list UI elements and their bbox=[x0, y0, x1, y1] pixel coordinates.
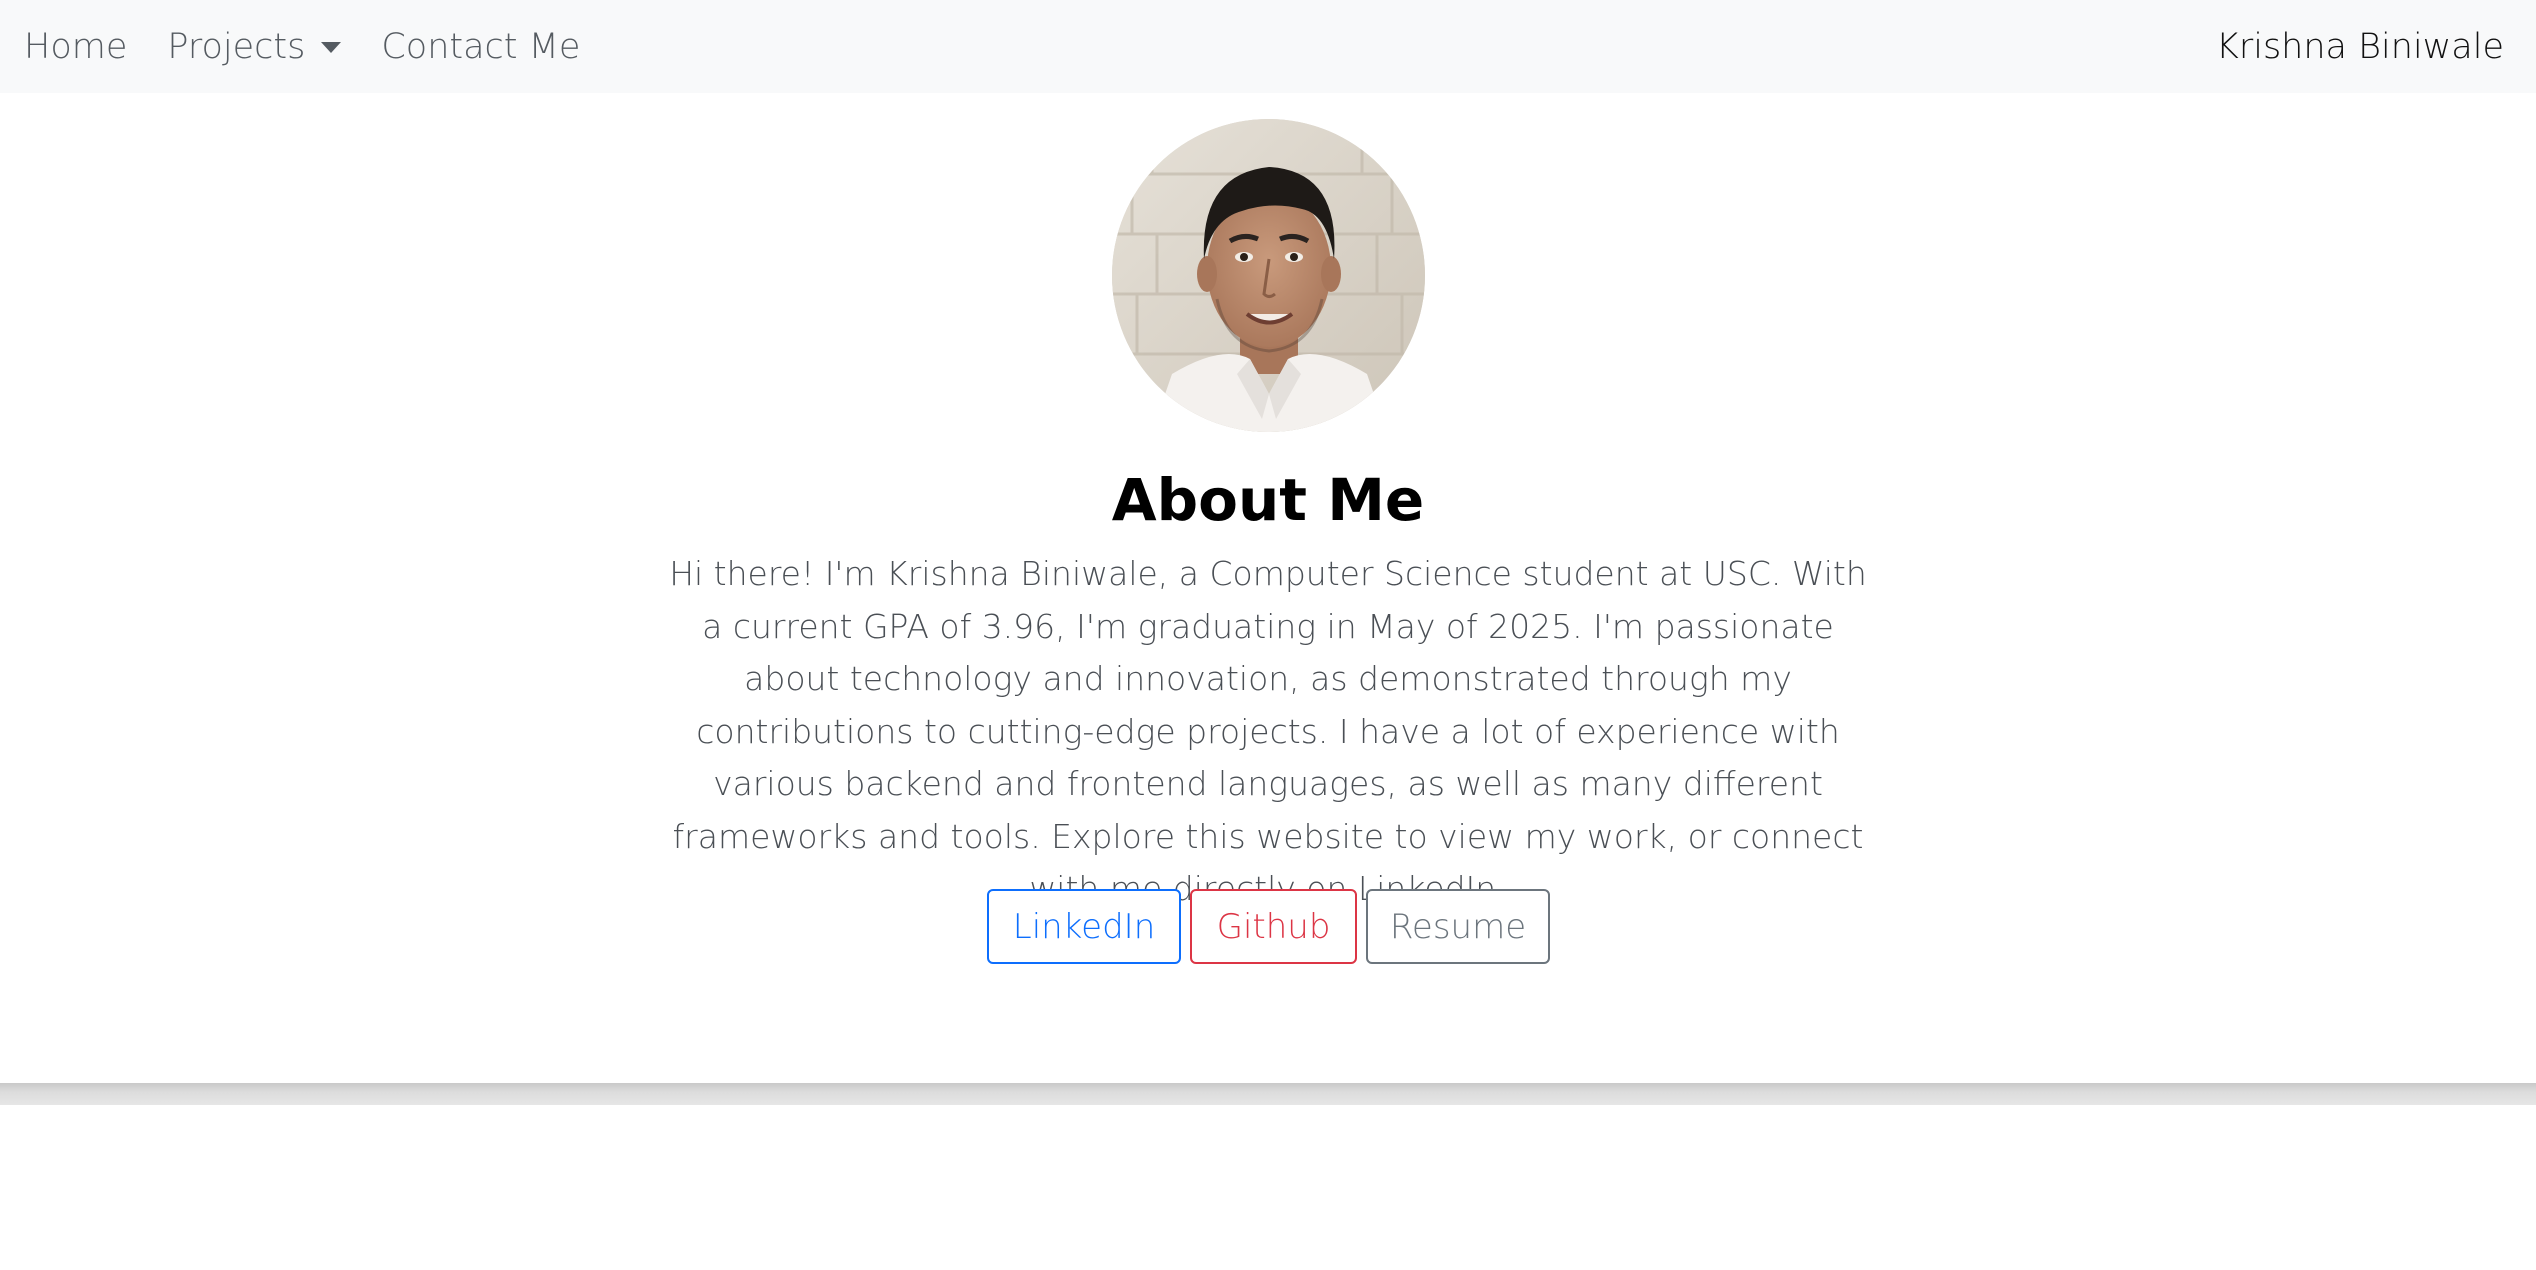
linkedin-button[interactable]: LinkedIn bbox=[987, 889, 1181, 964]
nav-home-link[interactable]: Home bbox=[24, 27, 127, 67]
navbar-brand[interactable]: Krishna Biniwale bbox=[2216, 0, 2504, 93]
chevron-down-icon bbox=[321, 42, 342, 53]
resume-button[interactable]: Resume bbox=[1366, 889, 1550, 964]
about-paragraph: Hi there! I'm Krishna Biniwale, a Comput… bbox=[669, 554, 1867, 908]
nav-projects-label: Projects bbox=[167, 26, 306, 67]
navbar: Home Projects Contact Me Krishna Biniwal… bbox=[0, 0, 2536, 93]
profile-photo bbox=[1112, 119, 1425, 432]
nav-projects-dropdown[interactable]: Projects bbox=[167, 26, 342, 67]
horizontal-scrollbar[interactable] bbox=[0, 1083, 2536, 1105]
page-title: About Me bbox=[1111, 466, 1425, 534]
github-button[interactable]: Github bbox=[1190, 889, 1357, 964]
nav-contact-link[interactable]: Contact Me bbox=[381, 27, 580, 67]
